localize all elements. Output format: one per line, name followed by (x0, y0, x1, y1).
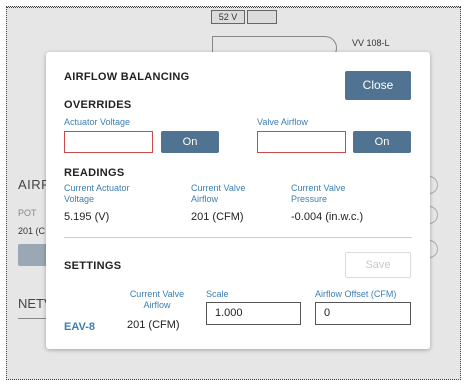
actuator-voltage-label: Actuator Voltage (64, 117, 131, 127)
label-line: Current Actuator (64, 183, 130, 193)
background-divider (7, 7, 460, 8)
device-name: EAV-8 (64, 321, 95, 333)
label-line: Airflow (191, 194, 219, 204)
actuator-voltage-on-button[interactable]: On (161, 131, 219, 153)
valve-airflow-on-button[interactable]: On (353, 131, 411, 153)
background-value: 201 (C (18, 226, 46, 236)
current-valve-pressure-value: -0.004 (in.w.c.) (291, 211, 364, 223)
actuator-voltage-input[interactable] (64, 131, 153, 153)
label-line: Airflow (143, 300, 171, 310)
current-airflow-value: 201 (CFM) (127, 319, 180, 331)
background-section-heading: AIRF (18, 177, 50, 192)
current-actuator-voltage-label: Current Actuator Voltage (64, 183, 130, 205)
label-line: Pressure (291, 194, 328, 204)
dialog-title: AIRFLOW BALANCING (64, 71, 190, 83)
settings-heading: SETTINGS (64, 260, 122, 272)
background-pot-label: POT (18, 208, 37, 218)
current-valve-airflow-label: Current Valve Airflow (191, 183, 245, 205)
overrides-heading: OVERRIDES (64, 99, 132, 111)
close-button[interactable]: Close (345, 71, 411, 100)
scale-label: Scale (206, 289, 229, 299)
label-line: Voltage (64, 194, 95, 204)
label-line: Current Valve (191, 183, 246, 193)
current-airflow-label: Current Valve Airflow (127, 289, 187, 311)
airflow-offset-input[interactable]: 0 (315, 302, 411, 325)
background-voltage-box: 52 V (211, 10, 245, 24)
airflow-offset-label: Airflow Offset (CFM) (315, 289, 397, 299)
current-valve-airflow-value: 201 (CFM) (191, 211, 244, 223)
background-underline (18, 318, 48, 319)
background-box (247, 10, 277, 24)
label-line: Current Valve (129, 289, 185, 299)
background-valve-label: VV 108-L (352, 38, 390, 48)
readings-heading: READINGS (64, 167, 125, 179)
background-button (18, 244, 48, 266)
current-valve-pressure-label: Current Valve Pressure (291, 183, 345, 205)
scale-input[interactable]: 1.000 (206, 302, 301, 325)
current-actuator-voltage-value: 5.195 (V) (64, 211, 110, 223)
section-divider (64, 237, 412, 238)
label-line: Current Valve (291, 183, 346, 193)
airflow-balancing-dialog: AIRFLOW BALANCING Close OVERRIDES Actuat… (46, 52, 430, 349)
save-button[interactable]: Save (345, 252, 411, 278)
valve-airflow-label: Valve Airflow (257, 117, 308, 127)
valve-airflow-input[interactable] (257, 131, 346, 153)
